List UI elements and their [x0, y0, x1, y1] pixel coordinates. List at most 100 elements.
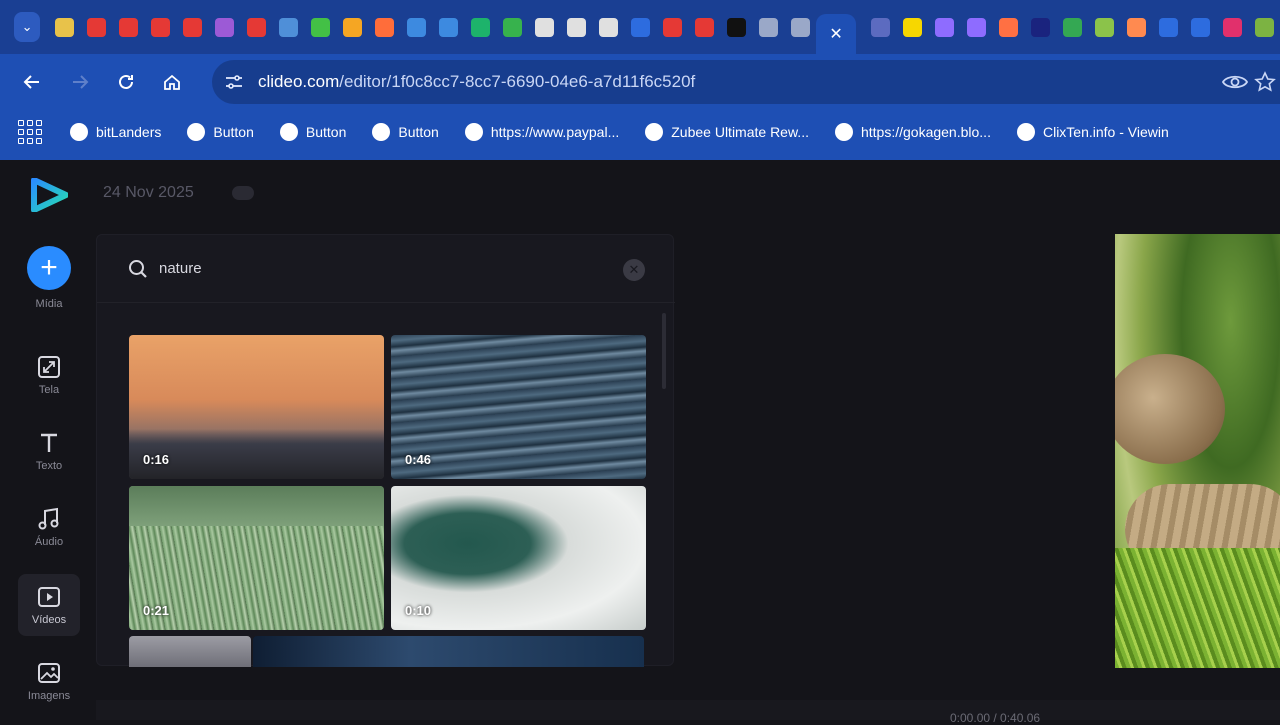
globe-icon	[279, 123, 298, 141]
tab-favicon[interactable]	[176, 11, 208, 43]
music-icon	[36, 506, 62, 532]
timeline-time: 0:00.00 / 0:40.06	[950, 711, 1041, 725]
eye-icon[interactable]	[1222, 73, 1248, 91]
favicon-icon	[598, 17, 618, 37]
forward-button[interactable]	[60, 62, 100, 102]
tab-favicon[interactable]	[624, 11, 656, 43]
tab-favicon[interactable]	[656, 11, 688, 43]
bookmark-item[interactable]: bitLanders	[70, 123, 161, 141]
tab-favicon[interactable]	[1216, 11, 1248, 43]
bookmark-label: https://www.paypal...	[490, 124, 620, 140]
tab-favicon[interactable]	[80, 11, 112, 43]
favicon-icon	[1190, 17, 1210, 37]
tab-favicon[interactable]	[992, 11, 1024, 43]
favicon-icon	[534, 17, 554, 37]
tab-favicon[interactable]	[400, 11, 432, 43]
favicon-icon	[902, 17, 922, 37]
tab-favicon[interactable]	[688, 11, 720, 43]
video-preview[interactable]	[1115, 234, 1280, 668]
video-thumbnail[interactable]: 0:46	[391, 335, 646, 479]
tab-favicon[interactable]	[1056, 11, 1088, 43]
bookmark-item[interactable]: Button	[372, 123, 439, 141]
bookmark-item[interactable]: Button	[187, 123, 254, 141]
reload-button[interactable]	[106, 62, 146, 102]
tab-favicon[interactable]	[368, 11, 400, 43]
tab-favicons-right	[864, 11, 1280, 43]
bookmark-label: Button	[398, 124, 439, 140]
tab-favicon[interactable]	[432, 11, 464, 43]
home-button[interactable]	[152, 62, 192, 102]
back-button[interactable]	[12, 62, 52, 102]
tab-favicon[interactable]	[272, 11, 304, 43]
video-thumbnail[interactable]: 0:16	[129, 335, 384, 479]
video-thumbnail[interactable]: 0:10	[391, 486, 646, 630]
tab-favicon[interactable]	[336, 11, 368, 43]
url-path: /editor/1f0c8cc7-8cc7-6690-04e6-a7d11f6c…	[339, 72, 696, 91]
tab-favicon[interactable]	[592, 11, 624, 43]
bookmark-item[interactable]: ClixTen.info - Viewin	[1016, 123, 1169, 141]
favicon-icon	[998, 17, 1018, 37]
favicon-icon	[694, 17, 714, 37]
tab-favicon[interactable]	[496, 11, 528, 43]
favicon-icon	[630, 17, 650, 37]
tab-favicon[interactable]	[240, 11, 272, 43]
tab-favicon[interactable]	[1184, 11, 1216, 43]
tab-favicon[interactable]	[144, 11, 176, 43]
tab-favicon[interactable]	[752, 11, 784, 43]
rail-item-images[interactable]: Imagens	[18, 660, 80, 702]
tab-favicon[interactable]	[112, 11, 144, 43]
clideo-logo[interactable]	[30, 178, 68, 212]
favicon-icon	[438, 17, 458, 37]
rail-item-text[interactable]: Texto	[18, 430, 80, 472]
bookmark-item[interactable]: https://gokagen.blo...	[834, 123, 991, 141]
rail-item-videos[interactable]: Vídeos	[18, 574, 80, 636]
tab-search-button[interactable]: ⌄	[14, 12, 41, 42]
tab-favicon[interactable]	[1248, 11, 1280, 43]
reload-icon	[119, 74, 133, 89]
rail-label: Mídia	[35, 298, 63, 310]
bookmark-list: bitLanders Button Button Button https://www.…	[44, 123, 1169, 141]
rail-label: Vídeos	[31, 614, 67, 626]
close-icon[interactable]: ✕	[829, 24, 842, 44]
video-thumbnail[interactable]: 0:21	[129, 486, 384, 630]
tab-favicon[interactable]	[896, 11, 928, 43]
bookmark-item[interactable]: Button	[279, 123, 346, 141]
url-text: clideo.com/editor/1f0c8cc7-8cc7-6690-04e…	[258, 72, 695, 92]
active-tab[interactable]: ✕	[816, 14, 856, 54]
tab-favicon[interactable]	[784, 11, 816, 43]
project-date: 24 Nov 2025	[103, 184, 194, 201]
address-bar-actions	[1222, 60, 1280, 104]
tab-favicon[interactable]	[1024, 11, 1056, 43]
tab-favicon[interactable]	[720, 11, 752, 43]
scrollbar[interactable]	[662, 313, 666, 389]
tab-favicon[interactable]	[864, 11, 896, 43]
tab-favicon[interactable]	[1088, 11, 1120, 43]
tab-favicon[interactable]	[528, 11, 560, 43]
clear-search-button[interactable]: ✕	[623, 259, 645, 281]
arrow-left-icon	[23, 75, 39, 89]
tab-favicon[interactable]	[464, 11, 496, 43]
tab-favicon[interactable]	[560, 11, 592, 43]
tab-favicon[interactable]	[48, 11, 80, 43]
rail-item-audio[interactable]: Áudio	[18, 506, 80, 548]
tab-favicon[interactable]	[960, 11, 992, 43]
star-icon[interactable]	[1254, 71, 1276, 93]
bookmark-item[interactable]: Zubee Ultimate Rew...	[645, 123, 809, 141]
tab-favicon[interactable]	[304, 11, 336, 43]
bookmark-item[interactable]: https://www.paypal...	[464, 123, 620, 141]
rail-item-media[interactable]: + Mídia	[18, 246, 80, 310]
bookmark-label: ClixTen.info - Viewin	[1042, 124, 1169, 140]
tab-favicon[interactable]	[1120, 11, 1152, 43]
tab-favicon[interactable]	[208, 11, 240, 43]
arrow-right-icon	[73, 75, 89, 89]
site-settings-icon[interactable]	[216, 64, 252, 100]
apps-icon[interactable]	[16, 118, 44, 146]
rail-item-canvas[interactable]: Tela	[18, 354, 80, 396]
tab-favicon[interactable]	[1152, 11, 1184, 43]
plus-icon[interactable]: +	[27, 246, 71, 290]
video-thumbnail[interactable]	[129, 636, 251, 667]
tab-favicon[interactable]	[928, 11, 960, 43]
search-input[interactable]	[159, 260, 599, 277]
address-bar[interactable]: clideo.com/editor/1f0c8cc7-8cc7-6690-04e…	[212, 60, 1280, 104]
video-thumbnail[interactable]	[253, 636, 644, 667]
